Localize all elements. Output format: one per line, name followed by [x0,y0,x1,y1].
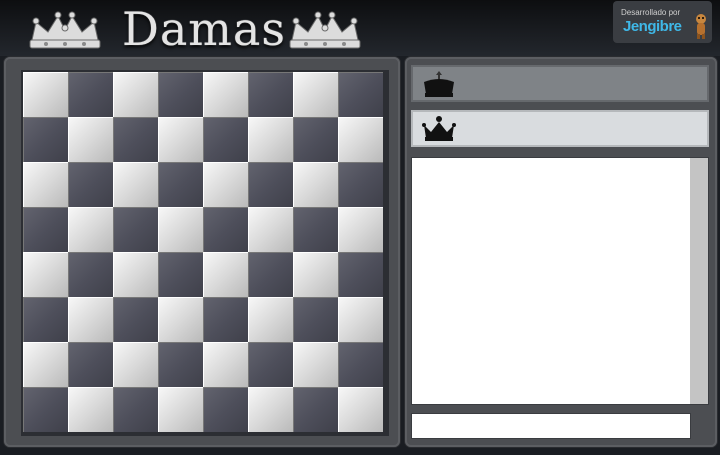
board-square[interactable] [248,342,293,387]
board-square[interactable] [158,342,203,387]
board-square[interactable] [203,207,248,252]
board-square[interactable] [113,387,158,432]
board-square[interactable] [293,162,338,207]
board-square[interactable] [113,162,158,207]
board-square[interactable] [68,117,113,162]
board-square[interactable] [158,297,203,342]
player-one-bar [411,65,709,102]
board-square[interactable] [203,162,248,207]
board-square[interactable] [158,162,203,207]
board-square[interactable] [203,72,248,117]
credit-text: Desarrollado por [621,8,681,17]
board-square[interactable] [338,297,383,342]
board-square[interactable] [23,207,68,252]
board-square[interactable] [338,387,383,432]
board-square[interactable] [113,297,158,342]
board-square[interactable] [23,342,68,387]
board-square[interactable] [68,297,113,342]
board-square[interactable] [23,252,68,297]
board-square[interactable] [203,387,248,432]
developer-credit-link[interactable]: Desarrollado por Jengibre [613,1,712,43]
board-square[interactable] [23,387,68,432]
board-square[interactable] [158,72,203,117]
board-square[interactable] [248,72,293,117]
chat-log[interactable] [411,157,709,405]
board-square[interactable] [158,387,203,432]
chat-input[interactable] [411,413,691,439]
board-square[interactable] [68,387,113,432]
player-two-bar [411,110,709,147]
board-square[interactable] [113,207,158,252]
board-square[interactable] [338,72,383,117]
crown-icon [29,11,101,49]
board-square[interactable] [293,297,338,342]
board-square[interactable] [68,72,113,117]
board-square[interactable] [338,342,383,387]
board-square[interactable] [68,162,113,207]
board-square[interactable] [113,117,158,162]
game-board[interactable] [21,70,389,436]
board-square[interactable] [158,207,203,252]
board-square[interactable] [68,207,113,252]
chat-scrollbar[interactable] [690,158,708,404]
board-square[interactable] [338,207,383,252]
board-square[interactable] [203,342,248,387]
board-square[interactable] [158,117,203,162]
board-square[interactable] [293,72,338,117]
board-panel [4,57,400,447]
board-square[interactable] [293,342,338,387]
board-square[interactable] [68,342,113,387]
board-square[interactable] [113,252,158,297]
board-square[interactable] [338,117,383,162]
board-square[interactable] [203,252,248,297]
side-panel [405,57,717,447]
board-square[interactable] [23,297,68,342]
header: Damas Desarrollado por Jengibre [0,0,720,56]
black-crown-icon [422,116,456,141]
board-square[interactable] [113,72,158,117]
board-square[interactable] [248,162,293,207]
board-square[interactable] [203,117,248,162]
board-square[interactable] [338,252,383,297]
board-square[interactable] [203,297,248,342]
board-square[interactable] [248,297,293,342]
crown-icon [289,11,361,49]
board-square[interactable] [158,252,203,297]
mascot-icon [696,14,706,39]
brand-logo: Jengibre [623,18,682,35]
board-square[interactable] [293,387,338,432]
board-square[interactable] [293,207,338,252]
board-square[interactable] [68,252,113,297]
board-square[interactable] [113,342,158,387]
board-square[interactable] [248,207,293,252]
board-square[interactable] [23,162,68,207]
board-square[interactable] [23,72,68,117]
board-square[interactable] [248,117,293,162]
board-square[interactable] [293,252,338,297]
board-square[interactable] [338,162,383,207]
board-square[interactable] [248,387,293,432]
board-square[interactable] [23,117,68,162]
board-square[interactable] [293,117,338,162]
page-title: Damas [122,2,286,56]
board-square[interactable] [248,252,293,297]
black-crown-icon [424,71,454,97]
